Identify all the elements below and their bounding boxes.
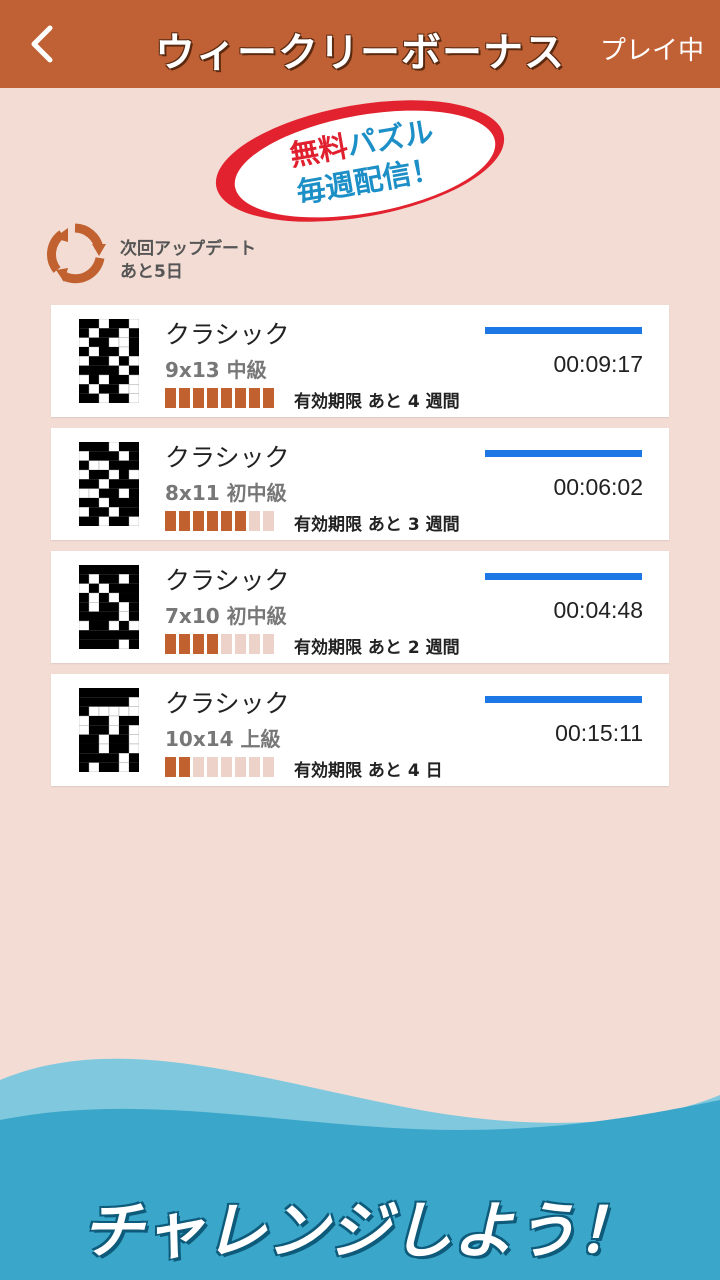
next-update-label: 次回アップデート xyxy=(120,239,256,259)
remaining-week-cell xyxy=(249,511,260,531)
remaining-week-cell xyxy=(221,634,232,654)
expiry-progress xyxy=(165,511,274,531)
remaining-week-cell xyxy=(221,388,232,408)
app-header: ウィークリーボーナス プレイ中 xyxy=(0,0,720,88)
expiry-text: 有効期限 あと 4 日 xyxy=(294,761,443,781)
remaining-week-cell xyxy=(249,757,260,777)
remaining-week-cell xyxy=(235,511,246,531)
remaining-week-cell xyxy=(221,511,232,531)
remaining-week-cell xyxy=(193,511,204,531)
remaining-week-cell xyxy=(179,388,190,408)
remaining-week-cell xyxy=(207,634,218,654)
refresh-icon xyxy=(47,223,106,284)
expiry-text: 有効期限 あと 4 週間 xyxy=(294,392,460,412)
puzzle-card[interactable]: クラシック 10x14 上級 有効期限 あと 4 日 00:15:11 xyxy=(51,674,669,786)
remaining-week-cell xyxy=(221,757,232,777)
remaining-week-cell xyxy=(263,757,274,777)
remaining-week-cell xyxy=(235,634,246,654)
next-update-text: 次回アップデート あと5日 xyxy=(120,238,256,284)
free-puzzle-promo-badge: 無料パズル 毎週配信！ xyxy=(210,96,510,226)
remaining-week-cell xyxy=(263,388,274,408)
puzzle-title: クラシック xyxy=(165,320,290,349)
challenge-banner: チャレンジしよう！ xyxy=(81,1194,639,1267)
remaining-week-cell xyxy=(165,511,176,531)
remaining-week-cell xyxy=(263,634,274,654)
elapsed-time: 00:09:17 xyxy=(553,351,643,377)
remaining-week-cell xyxy=(235,388,246,408)
remaining-week-cell xyxy=(235,757,246,777)
puzzle-card[interactable]: クラシック 9x13 中級有効期限 あと 4 週間 00:09:17 xyxy=(51,305,669,417)
remaining-week-cell xyxy=(193,757,204,777)
play-progress-bar xyxy=(485,573,642,580)
elapsed-time: 00:04:48 xyxy=(553,597,643,623)
remaining-week-cell xyxy=(207,511,218,531)
play-progress-bar xyxy=(485,696,642,703)
next-update-info: 次回アップデート あと5日 xyxy=(44,222,344,286)
puzzle-title: クラシック xyxy=(165,566,290,595)
puzzle-thumbnail-icon xyxy=(79,688,139,772)
puzzle-card[interactable]: クラシック 8x11 初中級 有効期限 あと 3 週間 00:06:02 xyxy=(51,428,669,540)
remaining-week-cell xyxy=(263,511,274,531)
puzzle-card[interactable]: クラシック 7x10 初中級 有効期限 あと 2 週間 00:04:48 xyxy=(51,551,669,663)
puzzle-thumbnail-icon xyxy=(79,442,139,526)
puzzle-thumbnail-icon xyxy=(79,319,139,403)
expiry-progress xyxy=(165,757,274,777)
remaining-week-cell xyxy=(165,388,176,408)
playing-status[interactable]: プレイ中 xyxy=(600,30,704,67)
remaining-week-cell xyxy=(249,634,260,654)
elapsed-time: 00:15:11 xyxy=(555,720,643,746)
puzzle-size-level: 8x11 初中級 xyxy=(165,481,287,505)
puzzle-size-level: 10x14 上級 xyxy=(165,727,281,751)
puzzle-size-level: 9x13 中級 xyxy=(165,358,267,382)
puzzle-size-level: 7x10 初中級 xyxy=(165,604,287,628)
play-progress-bar xyxy=(485,450,642,457)
remaining-week-cell xyxy=(249,388,260,408)
remaining-week-cell xyxy=(207,388,218,408)
remaining-week-cell xyxy=(179,634,190,654)
remaining-week-cell xyxy=(165,634,176,654)
expiry-text: 有効期限 あと 2 週間 xyxy=(294,638,460,658)
next-update-days: あと5日 xyxy=(120,262,183,282)
expiry-progress xyxy=(165,388,274,408)
remaining-week-cell xyxy=(193,388,204,408)
play-progress-bar xyxy=(485,327,642,334)
expiry-progress xyxy=(165,634,274,654)
remaining-week-cell xyxy=(207,757,218,777)
elapsed-time: 00:06:02 xyxy=(553,474,643,500)
remaining-week-cell xyxy=(193,634,204,654)
puzzle-thumbnail-icon xyxy=(79,565,139,649)
remaining-week-cell xyxy=(179,757,190,777)
expiry-text: 有効期限 あと 3 週間 xyxy=(294,515,460,535)
remaining-week-cell xyxy=(179,511,190,531)
puzzle-title: クラシック xyxy=(165,689,290,718)
remaining-week-cell xyxy=(165,757,176,777)
puzzle-title: クラシック xyxy=(165,443,290,472)
